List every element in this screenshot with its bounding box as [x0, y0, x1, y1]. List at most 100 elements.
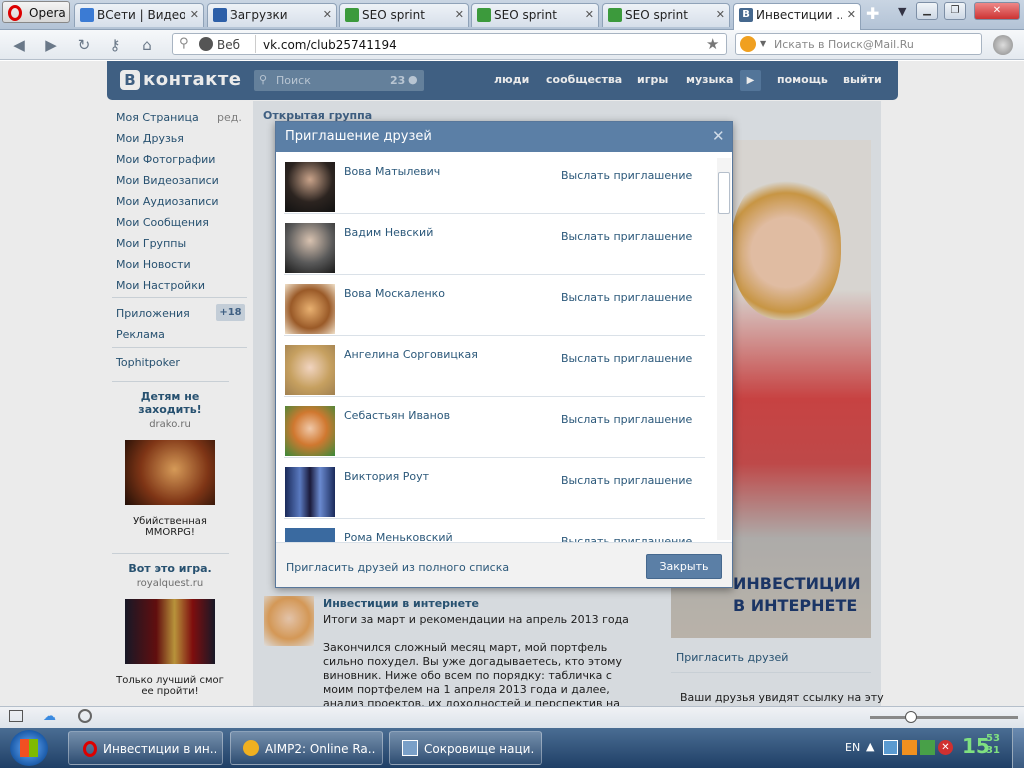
tray-app-icon[interactable]	[920, 740, 935, 755]
tray-expand-icon[interactable]: ▲	[866, 740, 874, 753]
dialog-header: Приглашение друзей ✕	[276, 122, 732, 152]
opera-label: Opera	[29, 6, 66, 20]
zoom-slider[interactable]	[870, 716, 1018, 719]
send-invite-link[interactable]: Выслать приглашение	[561, 230, 692, 243]
zoom-slider-handle[interactable]	[905, 711, 917, 723]
tab-downloads[interactable]: Загрузки ✕	[207, 3, 337, 27]
send-invite-link[interactable]: Выслать приглашение	[561, 535, 692, 542]
tab-label: Инвестиции ...	[756, 8, 842, 22]
panel-globe-icon[interactable]	[993, 35, 1013, 55]
tab-label: SEO sprint	[362, 8, 425, 22]
friend-row: Ангелина Сорговицкая Выслать приглашение	[284, 336, 705, 397]
minimize-button[interactable]: ▁	[916, 2, 938, 20]
download-icon	[213, 8, 227, 22]
browser-toolbar: ◀ ▶ ↻ ⚷ ⌂ ⚲ Веб vk.com/club25741194 ★ ▼ …	[0, 30, 1024, 60]
friend-name[interactable]: Вадим Невский	[344, 226, 433, 239]
close-tab-icon[interactable]: ✕	[455, 8, 464, 21]
close-window-button[interactable]: ✕	[974, 2, 1020, 20]
speed-dial-icon[interactable]	[78, 709, 92, 723]
friend-row: Виктория Роут Выслать приглашение	[284, 458, 705, 519]
friend-name[interactable]: Рома Меньковский	[344, 531, 453, 542]
friend-avatar[interactable]	[285, 284, 335, 334]
browser-tab-bar: Opera ВСети | Видео ✕ Загрузки ✕ SEO spr…	[0, 0, 1024, 30]
invite-full-list-link[interactable]: Пригласить друзей из полного списка	[286, 561, 509, 574]
opera-icon	[83, 741, 97, 757]
close-button[interactable]: Закрыть	[646, 554, 722, 579]
site-favicon-icon	[80, 8, 94, 22]
opera-logo-icon	[8, 5, 22, 21]
windows-taskbar: Инвестиции в ин... AIMP2: Online Ra... С…	[0, 728, 1024, 768]
clock-seconds: 31	[986, 745, 1000, 756]
windows-logo-icon	[20, 739, 38, 757]
friend-name[interactable]: Вова Матылевич	[344, 165, 440, 178]
send-invite-link[interactable]: Выслать приглашение	[561, 169, 692, 182]
taskbar-item-opera[interactable]: Инвестиции в ин...	[68, 731, 223, 765]
maximize-button[interactable]: ❐	[944, 2, 966, 20]
friend-avatar[interactable]	[285, 467, 335, 517]
search-placeholder: Искать в Поиск@Mail.Ru	[774, 38, 914, 51]
show-desktop-button[interactable]	[1012, 728, 1024, 768]
friend-avatar[interactable]	[285, 406, 335, 456]
forward-arrow-icon[interactable]: ▶	[42, 36, 60, 54]
friends-scrollbar[interactable]	[717, 158, 731, 540]
close-tab-icon[interactable]: ✕	[716, 8, 725, 21]
send-invite-link[interactable]: Выслать приглашение	[561, 413, 692, 426]
search-engine-chevron-icon[interactable]: ▼	[760, 39, 766, 48]
tab-label: Загрузки	[230, 8, 288, 22]
close-tab-icon[interactable]: ✕	[585, 8, 594, 21]
close-tab-icon[interactable]: ✕	[323, 8, 332, 21]
close-tab-icon[interactable]: ✕	[847, 8, 856, 21]
panel-toggle-icon[interactable]	[9, 710, 23, 722]
friend-name[interactable]: Ангелина Сорговицкая	[344, 348, 478, 361]
cloud-icon[interactable]: ☁	[43, 709, 56, 724]
seo-sprint-favicon-icon	[608, 8, 622, 22]
friend-avatar[interactable]	[285, 162, 335, 212]
bookmark-star-icon[interactable]: ★	[706, 35, 719, 53]
friend-avatar[interactable]	[285, 345, 335, 395]
language-indicator[interactable]: EN	[845, 741, 860, 754]
friend-name[interactable]: Виктория Роут	[344, 470, 429, 483]
video-file-icon	[402, 740, 418, 756]
tab-label: ВСети | Видео	[97, 8, 185, 22]
tab-list-chevron-icon[interactable]: ▼	[898, 5, 906, 18]
close-tab-icon[interactable]: ✕	[190, 8, 199, 21]
globe-icon	[199, 37, 213, 51]
tray-media-icon[interactable]	[902, 740, 917, 755]
home-icon[interactable]: ⌂	[138, 36, 156, 54]
tray-network-icon[interactable]	[883, 740, 898, 755]
friend-avatar[interactable]	[285, 528, 335, 542]
key-icon[interactable]: ⚷	[106, 36, 124, 54]
friend-name[interactable]: Вова Москаленко	[344, 287, 445, 300]
new-tab-icon[interactable]: ✚	[866, 4, 879, 23]
send-invite-link[interactable]: Выслать приглашение	[561, 474, 692, 487]
friend-avatar[interactable]	[285, 223, 335, 273]
aimp-icon	[243, 740, 259, 756]
taskbar-item-aimp[interactable]: AIMP2: Online Ra...	[230, 731, 383, 765]
send-invite-link[interactable]: Выслать приглашение	[561, 291, 692, 304]
opera-menu-button[interactable]: Opera	[2, 1, 70, 23]
tab-investicii[interactable]: В Инвестиции ... ✕	[733, 3, 861, 30]
search-field[interactable]: ▼ Искать в Поиск@Mail.Ru	[735, 33, 982, 55]
reload-icon[interactable]: ↻	[75, 36, 93, 54]
friend-name[interactable]: Себастьян Иванов	[344, 409, 450, 422]
dialog-title: Приглашение друзей	[285, 129, 432, 144]
tab-vseti-video[interactable]: ВСети | Видео ✕	[74, 3, 204, 27]
address-bar[interactable]: ⚲ Веб vk.com/club25741194 ★	[172, 33, 727, 55]
back-arrow-icon[interactable]: ◀	[10, 36, 28, 54]
send-invite-link[interactable]: Выслать приглашение	[561, 352, 692, 365]
tab-seo-sprint-3[interactable]: SEO sprint ✕	[602, 3, 730, 27]
scrollbar-thumb[interactable]	[718, 172, 730, 214]
start-button[interactable]	[10, 730, 48, 766]
friend-row: Вова Матылевич Выслать приглашение	[284, 153, 705, 214]
friend-row: Вова Москаленко Выслать приглашение	[284, 275, 705, 336]
friends-list: Вова Матылевич Выслать приглашение Вадим…	[276, 153, 732, 542]
taskbar-item-label: Инвестиции в ин...	[103, 742, 216, 756]
taskbar-item-label: Сокровище наци...	[424, 742, 535, 756]
close-icon[interactable]: ✕	[712, 127, 725, 145]
tab-seo-sprint-1[interactable]: SEO sprint ✕	[339, 3, 469, 27]
taskbar-item-video[interactable]: Сокровище наци...	[389, 731, 542, 765]
invite-friends-dialog: Приглашение друзей ✕ Вова Матылевич Высл…	[275, 121, 733, 588]
tray-stop-icon[interactable]: ✕	[938, 740, 953, 755]
tab-seo-sprint-2[interactable]: SEO sprint ✕	[471, 3, 599, 27]
url-text[interactable]: vk.com/club25741194	[263, 38, 397, 52]
